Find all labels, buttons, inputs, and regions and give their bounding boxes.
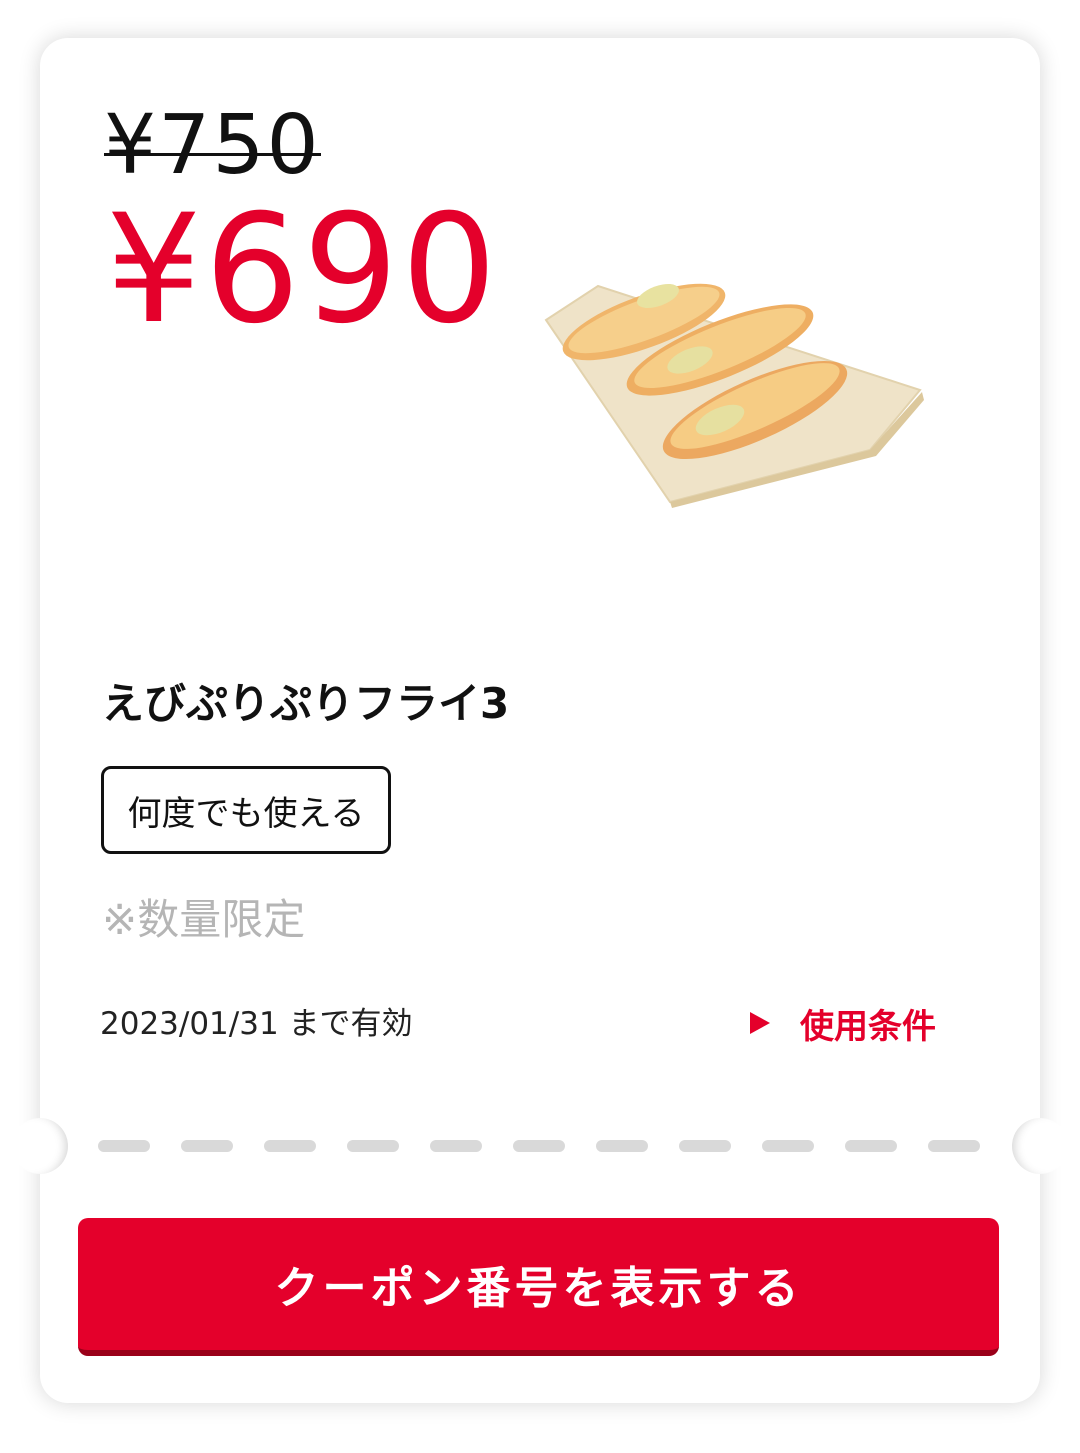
divider-dash [679, 1140, 731, 1152]
divider-dash [264, 1140, 316, 1152]
sale-price: ¥690 [106, 183, 500, 357]
divider-dash [181, 1140, 233, 1152]
divider-dash [430, 1140, 482, 1152]
original-price-text: ¥750 [104, 98, 321, 193]
conditions-link[interactable]: 使用条件 [750, 998, 936, 1048]
strikethrough-line [104, 153, 321, 156]
ticket-notch-right [1012, 1118, 1068, 1174]
play-triangle-icon [750, 1012, 770, 1034]
divider-dash [762, 1140, 814, 1152]
validity-date: 2023/01/31 まで有効 [100, 1006, 413, 1042]
divider-dash [513, 1140, 565, 1152]
usage-tag: 何度でも使える [101, 766, 391, 854]
limited-quantity-note: ※数量限定 [102, 895, 306, 944]
product-name: えびぷりぷりフライ3 [102, 679, 510, 728]
original-price: ¥750 [104, 98, 321, 194]
divider-dash [845, 1140, 897, 1152]
divider-dash [347, 1140, 399, 1152]
divider-dash [98, 1140, 150, 1152]
show-coupon-number-button[interactable]: クーポン番号を表示する [78, 1218, 999, 1356]
divider-dash [596, 1140, 648, 1152]
fried-shrimp-image [544, 283, 924, 508]
divider-dash [928, 1140, 980, 1152]
ticket-notch-left [12, 1118, 68, 1174]
conditions-label: 使用条件 [800, 1006, 936, 1047]
